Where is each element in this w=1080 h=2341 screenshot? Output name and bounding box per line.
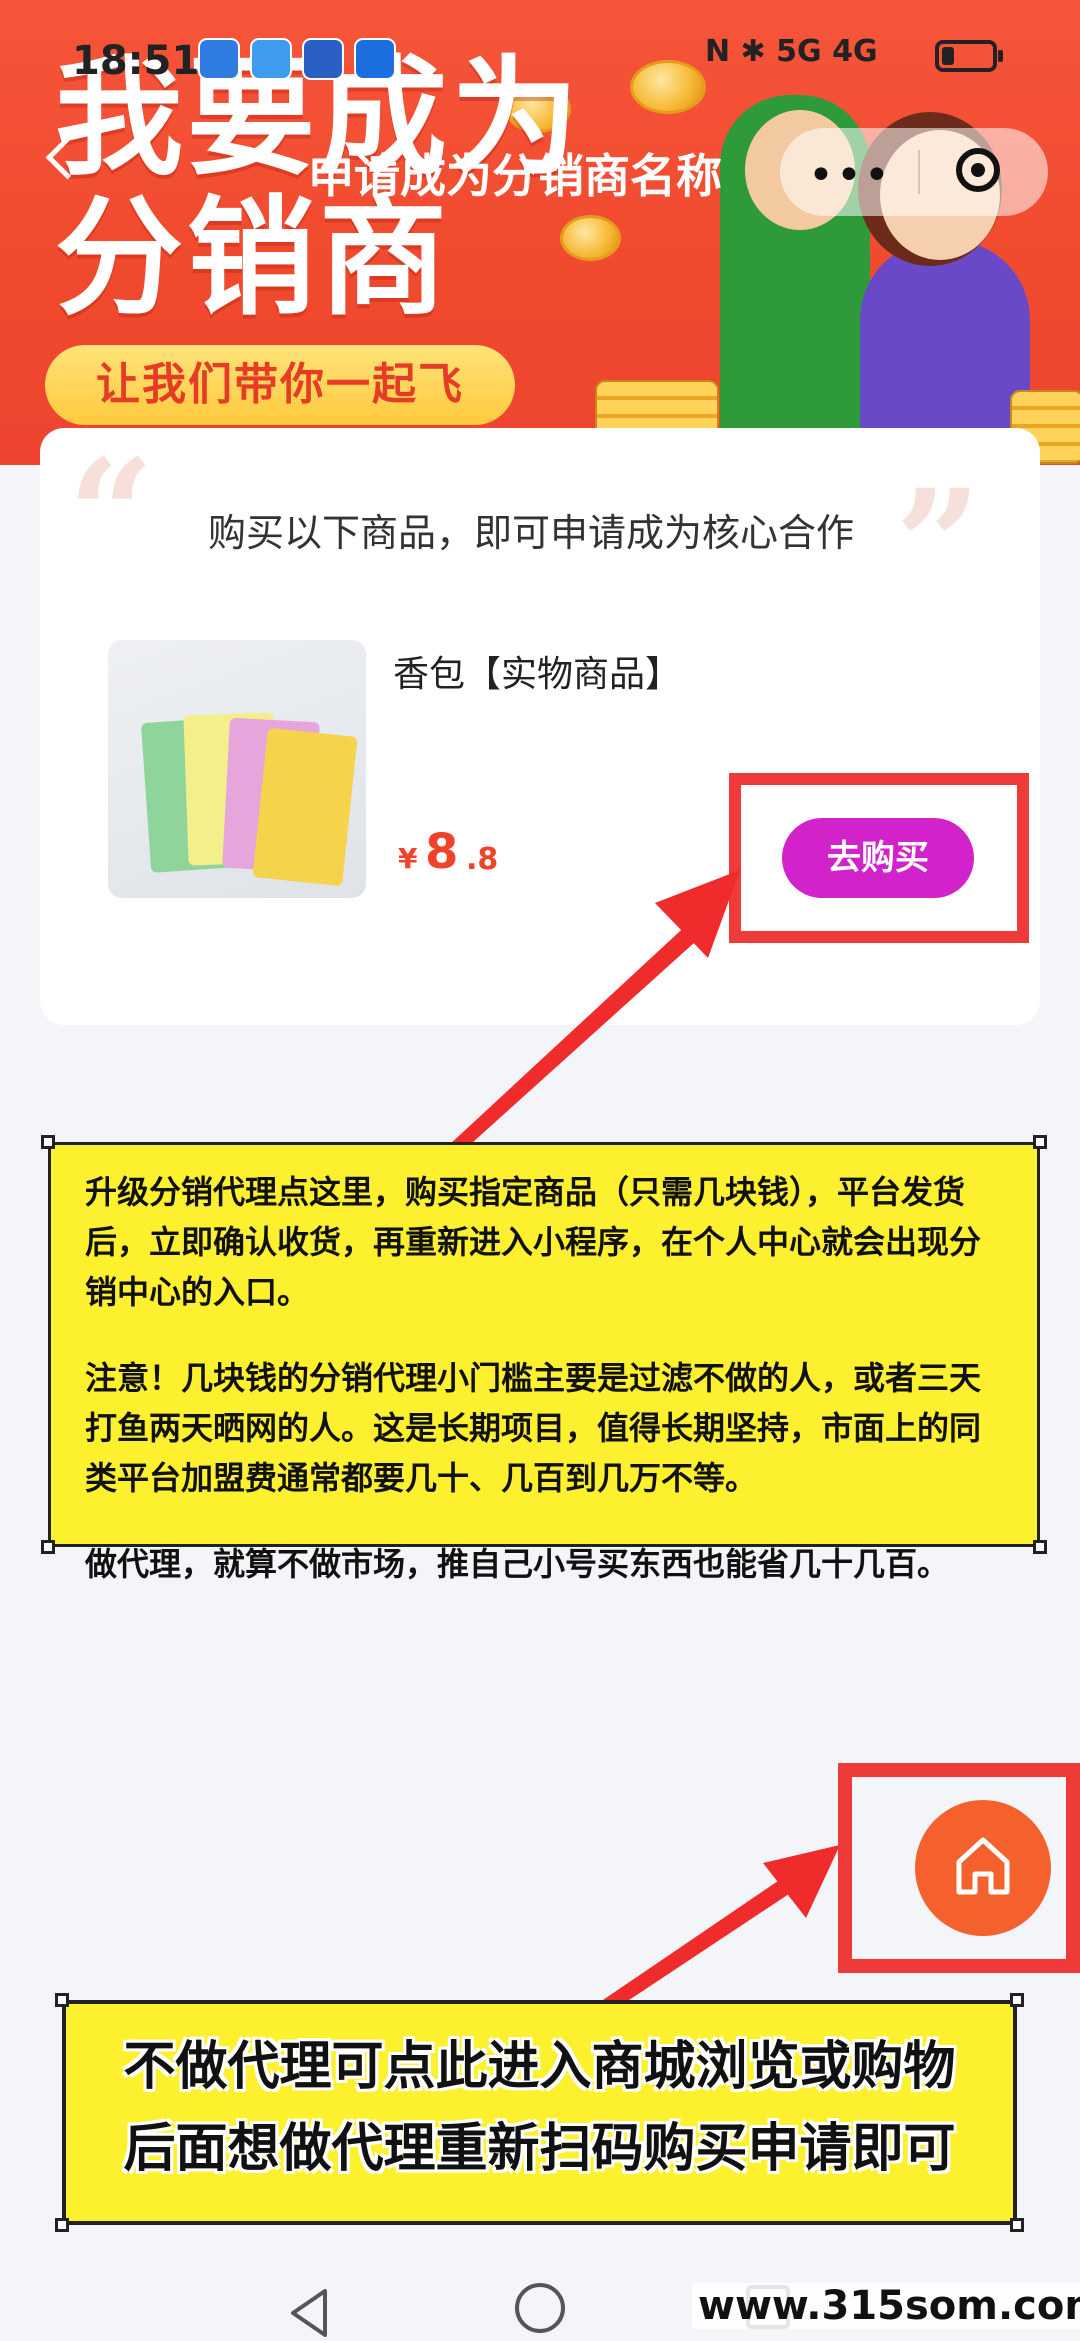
signal-indicators: N ✱ 5G 4G [705, 34, 878, 69]
resize-handle [41, 1540, 55, 1554]
nav-home-icon[interactable] [515, 2283, 565, 2333]
watermark: www.315som.com [692, 2283, 1080, 2329]
home-icon [956, 1837, 1010, 1895]
quote-close-icon: ” [895, 457, 982, 633]
cloud-notification-icon [250, 38, 292, 80]
resize-handle [1010, 2218, 1024, 2232]
page-title: 申请成为分销商名称 [308, 149, 722, 203]
quote-open-icon: “ [68, 427, 155, 603]
resize-handle [1033, 1135, 1047, 1149]
resize-handle [55, 2218, 69, 2232]
resize-handle [1033, 1540, 1047, 1554]
nav-back-icon[interactable] [285, 2285, 335, 2341]
price-decimal: .8 [466, 842, 499, 877]
more-icon[interactable]: ••• [808, 150, 892, 201]
app-notification-icon [198, 38, 240, 80]
sachet-orange [252, 727, 358, 887]
close-icon[interactable] [956, 148, 1000, 192]
annotation-bottom-line-2: 后面想做代理重新扫码购买申请即可 [123, 2119, 956, 2179]
coin-decoration [560, 215, 621, 261]
battery-icon [935, 40, 1003, 72]
resize-handle [1010, 1993, 1024, 2007]
status-time: 18:51 [72, 38, 200, 84]
resize-handle [41, 1135, 55, 1149]
annotation-box-top: 升级分销代理点这里，购买指定商品（只需几块钱），平台发货后，立即确认收货，再重新… [48, 1142, 1040, 1583]
annotation-paragraph-1: 升级分销代理点这里，购买指定商品（只需几块钱），平台发货后，立即确认收货，再重新… [85, 1173, 982, 1311]
card-intro-text: 购买以下商品，即可申请成为核心合作 [208, 511, 855, 555]
product-image[interactable] [108, 640, 366, 898]
price-currency: ¥ [398, 842, 418, 875]
product-name[interactable]: 香包【实物商品】 [393, 645, 681, 697]
annotation-paragraph-2: 注意！几块钱的分销代理小门槛主要是过滤不做的人，或者三天打鱼两天晒网的人。这是长… [85, 1359, 982, 1497]
arrow-to-home [600, 1845, 840, 2010]
annotation-box-bottom: 不做代理可点此进入商城浏览或购物 后面想做代理重新扫码购买申请即可 [62, 2000, 1017, 2225]
capsule-divider [918, 150, 920, 194]
annotation-bottom-line-1: 不做代理可点此进入商城浏览或购物 [123, 2037, 956, 2097]
app-notification-icon [302, 38, 344, 80]
home-button[interactable] [915, 1800, 1051, 1936]
price-integer: 8 [425, 824, 459, 880]
resize-handle [55, 1993, 69, 2007]
annotation-paragraph-3: 做代理，就算不做市场，推自己小号买东西也能省几十几百。 [85, 1545, 950, 1583]
app-notification-icon [354, 38, 396, 80]
buy-highlight-box [729, 773, 1029, 943]
banner-headline-line2: 分销商 [55, 184, 452, 333]
banner-slogan: 让我们带你一起飞 [45, 345, 515, 425]
coin-decoration [630, 60, 706, 114]
